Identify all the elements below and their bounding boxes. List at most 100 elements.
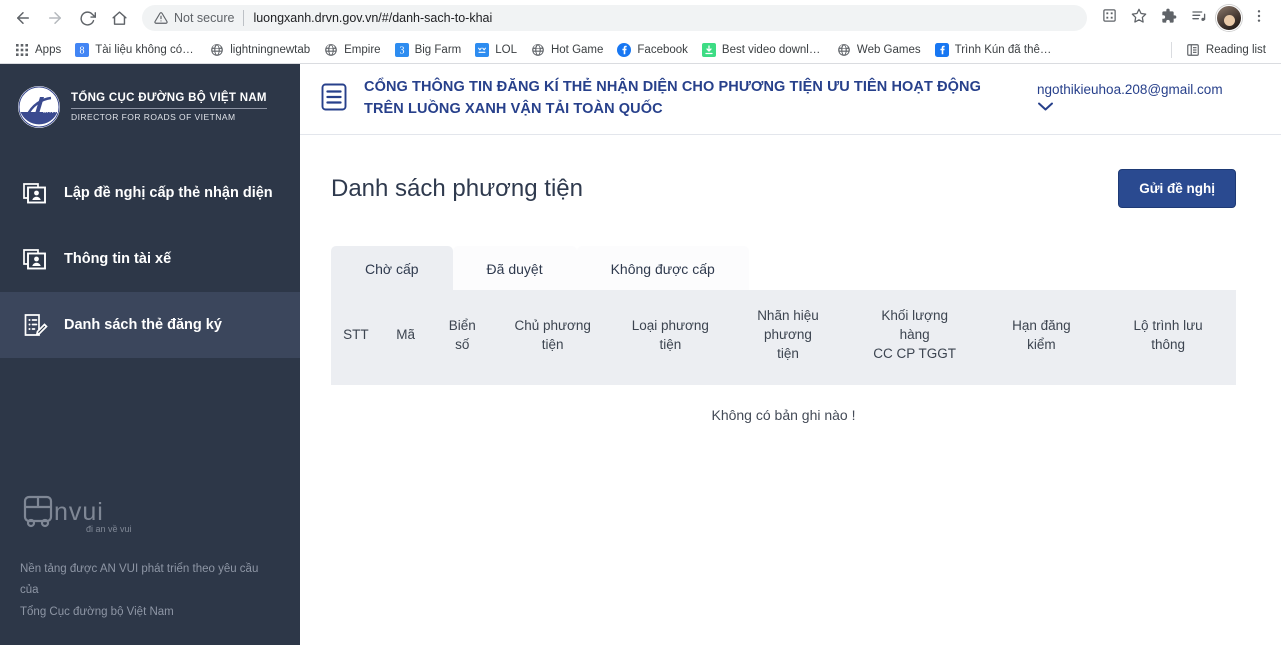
reading-list-label: Reading list <box>1206 44 1266 56</box>
tab-cho-cap[interactable]: Chờ cấp <box>331 246 453 290</box>
sidebar-footer: nvui đi an về vui Nền tảng được AN VUI p… <box>0 490 300 645</box>
qr-code-button[interactable] <box>1095 4 1123 32</box>
user-menu[interactable]: ngothikieuhoa.208@gmail.com <box>1037 82 1259 117</box>
bookmark-item-8[interactable]: Web Games <box>831 40 929 60</box>
sidebar-brand-subtitle: DIRECTOR FOR ROADS OF VIETNAM <box>71 112 267 123</box>
portal-title: CỔNG THÔNG TIN ĐĂNG KÍ THẺ NHẬN DIỆN CHO… <box>364 77 1021 121</box>
bookmark-item-2[interactable]: Empire <box>318 40 388 60</box>
vehicles-table-wrapper: STT Mã Biểnsố Chủ phươngtiện Loại phương… <box>331 290 1236 423</box>
bookmark-item-9[interactable]: Trình Kún đã thêm... <box>929 40 1064 60</box>
sidebar-brand-text: TỔNG CỤC ĐƯỜNG BỘ VIỆT NAM DIRECTOR FOR … <box>71 91 267 123</box>
bookmark-apps[interactable]: Apps <box>9 40 69 60</box>
submit-request-button[interactable]: Gửi đề nghị <box>1118 169 1236 208</box>
document-menu-icon[interactable] <box>320 82 348 117</box>
page-title: Danh sách phương tiện <box>331 175 583 203</box>
facebook-favicon <box>935 43 949 57</box>
bookmark-label: Trình Kún đã thêm... <box>955 44 1056 56</box>
media-control-button[interactable] <box>1185 4 1213 32</box>
tab-da-duyet[interactable]: Đã duyệt <box>453 246 577 290</box>
globe-favicon <box>837 43 851 57</box>
column-header-lo-trinh-luu-thong: Lộ trình lưuthông <box>1100 290 1236 385</box>
list-edit-icon <box>22 312 48 338</box>
vehicles-table: STT Mã Biểnsố Chủ phươngtiện Loại phương… <box>331 290 1236 423</box>
bookmark-star-icon <box>1131 8 1147 29</box>
sidebar-item-lap-de-nghi[interactable]: Lập đề nghị cấp thẻ nhận diện <box>0 160 300 226</box>
extensions-puzzle-icon <box>1161 8 1177 29</box>
sidebar: DRVN TỔNG CỤC ĐƯỜNG BỘ VIỆT NAM DIRECTOR… <box>0 64 300 645</box>
page-header-row: Danh sách phương tiện Gửi đề nghị <box>331 169 1236 208</box>
forward-button[interactable] <box>40 3 70 33</box>
column-header-stt: STT <box>331 290 381 385</box>
page-content: Danh sách phương tiện Gửi đề nghị Chờ cấ… <box>300 135 1281 423</box>
svg-text:nvui: nvui <box>54 498 104 526</box>
bookmarks-bar: Apps 8 Tài liệu không có ti... lightning… <box>0 36 1281 63</box>
bookmarks-divider <box>1171 42 1172 58</box>
bookmark-item-0[interactable]: 8 Tài liệu không có ti... <box>69 40 204 60</box>
sidebar-brand-divider <box>71 108 267 109</box>
reload-button[interactable] <box>72 3 102 33</box>
column-header-chu-phuong-tien: Chủ phươngtiện <box>494 290 612 385</box>
app-root: DRVN TỔNG CỤC ĐƯỜNG BỘ VIỆT NAM DIRECTOR… <box>0 64 1281 645</box>
facebook-favicon <box>617 43 631 57</box>
column-header-han-dang-kiem: Hạn đăngkiểm <box>983 290 1101 385</box>
sidebar-nav: Lập đề nghị cấp thẻ nhận diện Thông tin … <box>0 160 300 358</box>
browser-nav-bar: Not secure luongxanh.drvn.gov.vn/#/danh-… <box>0 0 1281 36</box>
reading-list-icon <box>1186 43 1200 57</box>
column-header-khoi-luong-hang: Khối lượnghàngCC CP TGGT <box>847 290 983 385</box>
globe-favicon <box>531 43 545 57</box>
sidebar-item-label: Danh sách thẻ đăng ký <box>64 317 222 333</box>
media-playlist-icon <box>1191 8 1207 29</box>
main-area: CỔNG THÔNG TIN ĐĂNG KÍ THẺ NHẬN DIỆN CHO… <box>300 64 1281 645</box>
google-docs-favicon: 8 <box>75 43 89 57</box>
svg-text:đi an về vui: đi an về vui <box>86 524 132 534</box>
table-header-row: STT Mã Biểnsố Chủ phươngtiện Loại phương… <box>331 290 1236 385</box>
app-header: CỔNG THÔNG TIN ĐĂNG KÍ THẺ NHẬN DIỆN CHO… <box>300 64 1281 135</box>
extensions-button[interactable] <box>1155 4 1183 32</box>
sidebar-item-danh-sach-the-dang-ky[interactable]: Danh sách thẻ đăng ký <box>0 292 300 358</box>
column-header-loai-phuong-tien: Loại phươngtiện <box>612 290 730 385</box>
chrome-menu-icon <box>1251 8 1267 29</box>
status-tabs: Chờ cấp Đã duyệt Không được cấp <box>331 246 1236 290</box>
bookmark-label: Apps <box>35 44 61 56</box>
id-card-stack-icon <box>22 180 48 206</box>
bookmark-button[interactable] <box>1125 4 1153 32</box>
empty-state-row: Không có bản ghi nào ! <box>331 385 1236 423</box>
number-3-favicon: 3 <box>395 43 409 57</box>
column-header-nhan-hieu-phuong-tien: Nhãn hiệuphươngtiện <box>729 290 847 385</box>
security-status-label: Not secure <box>174 11 234 25</box>
qr-code-icon <box>1102 8 1117 28</box>
chrome-menu-button[interactable] <box>1245 4 1273 32</box>
home-button[interactable] <box>104 3 134 33</box>
sidebar-item-thong-tin-tai-xe[interactable]: Thông tin tài xế <box>0 226 300 292</box>
sidebar-brand-title: TỔNG CỤC ĐƯỜNG BỘ VIỆT NAM <box>71 91 267 105</box>
address-bar[interactable]: Not secure luongxanh.drvn.gov.vn/#/danh-… <box>142 5 1087 31</box>
empty-state-message: Không có bản ghi nào ! <box>331 385 1236 423</box>
bookmark-item-6[interactable]: Facebook <box>611 40 696 60</box>
id-card-stack-icon <box>22 246 48 272</box>
bookmark-label: Web Games <box>857 44 921 56</box>
bookmark-item-3[interactable]: 3 Big Farm <box>389 40 470 60</box>
apps-grid-icon <box>15 43 29 57</box>
bookmark-item-4[interactable]: LOL <box>469 40 525 60</box>
sidebar-item-label: Lập đề nghị cấp thẻ nhận diện <box>64 185 273 201</box>
column-header-ma: Mã <box>381 290 431 385</box>
user-email-label: ngothikieuhoa.208@gmail.com <box>1037 82 1259 97</box>
bookmark-item-7[interactable]: Best video downloa... <box>696 40 831 60</box>
bookmark-label: LOL <box>495 44 517 56</box>
svg-text:8: 8 <box>80 45 85 56</box>
arrow-left-icon <box>14 9 32 27</box>
bookmark-item-1[interactable]: lightningnewtab <box>204 40 318 60</box>
bookmark-label: Empire <box>344 44 380 56</box>
sidebar-footer-line-1: Nền tảng được AN VUI phát triển theo yêu… <box>20 559 280 602</box>
browser-toolbar-icons <box>1095 4 1273 32</box>
sidebar-footer-line-2: Tổng Cục đường bộ Việt Nam <box>20 602 280 623</box>
omnibox-divider <box>243 10 244 26</box>
profile-button[interactable] <box>1215 4 1243 32</box>
profile-avatar-icon <box>1216 5 1242 31</box>
tab-khong-duoc-cap[interactable]: Không được cấp <box>577 246 749 290</box>
reading-list-button[interactable]: Reading list <box>1180 40 1272 60</box>
browser-chrome: Not secure luongxanh.drvn.gov.vn/#/danh-… <box>0 0 1281 64</box>
bookmark-label: Facebook <box>637 44 688 56</box>
bookmark-item-5[interactable]: Hot Game <box>525 40 611 60</box>
back-button[interactable] <box>8 3 38 33</box>
